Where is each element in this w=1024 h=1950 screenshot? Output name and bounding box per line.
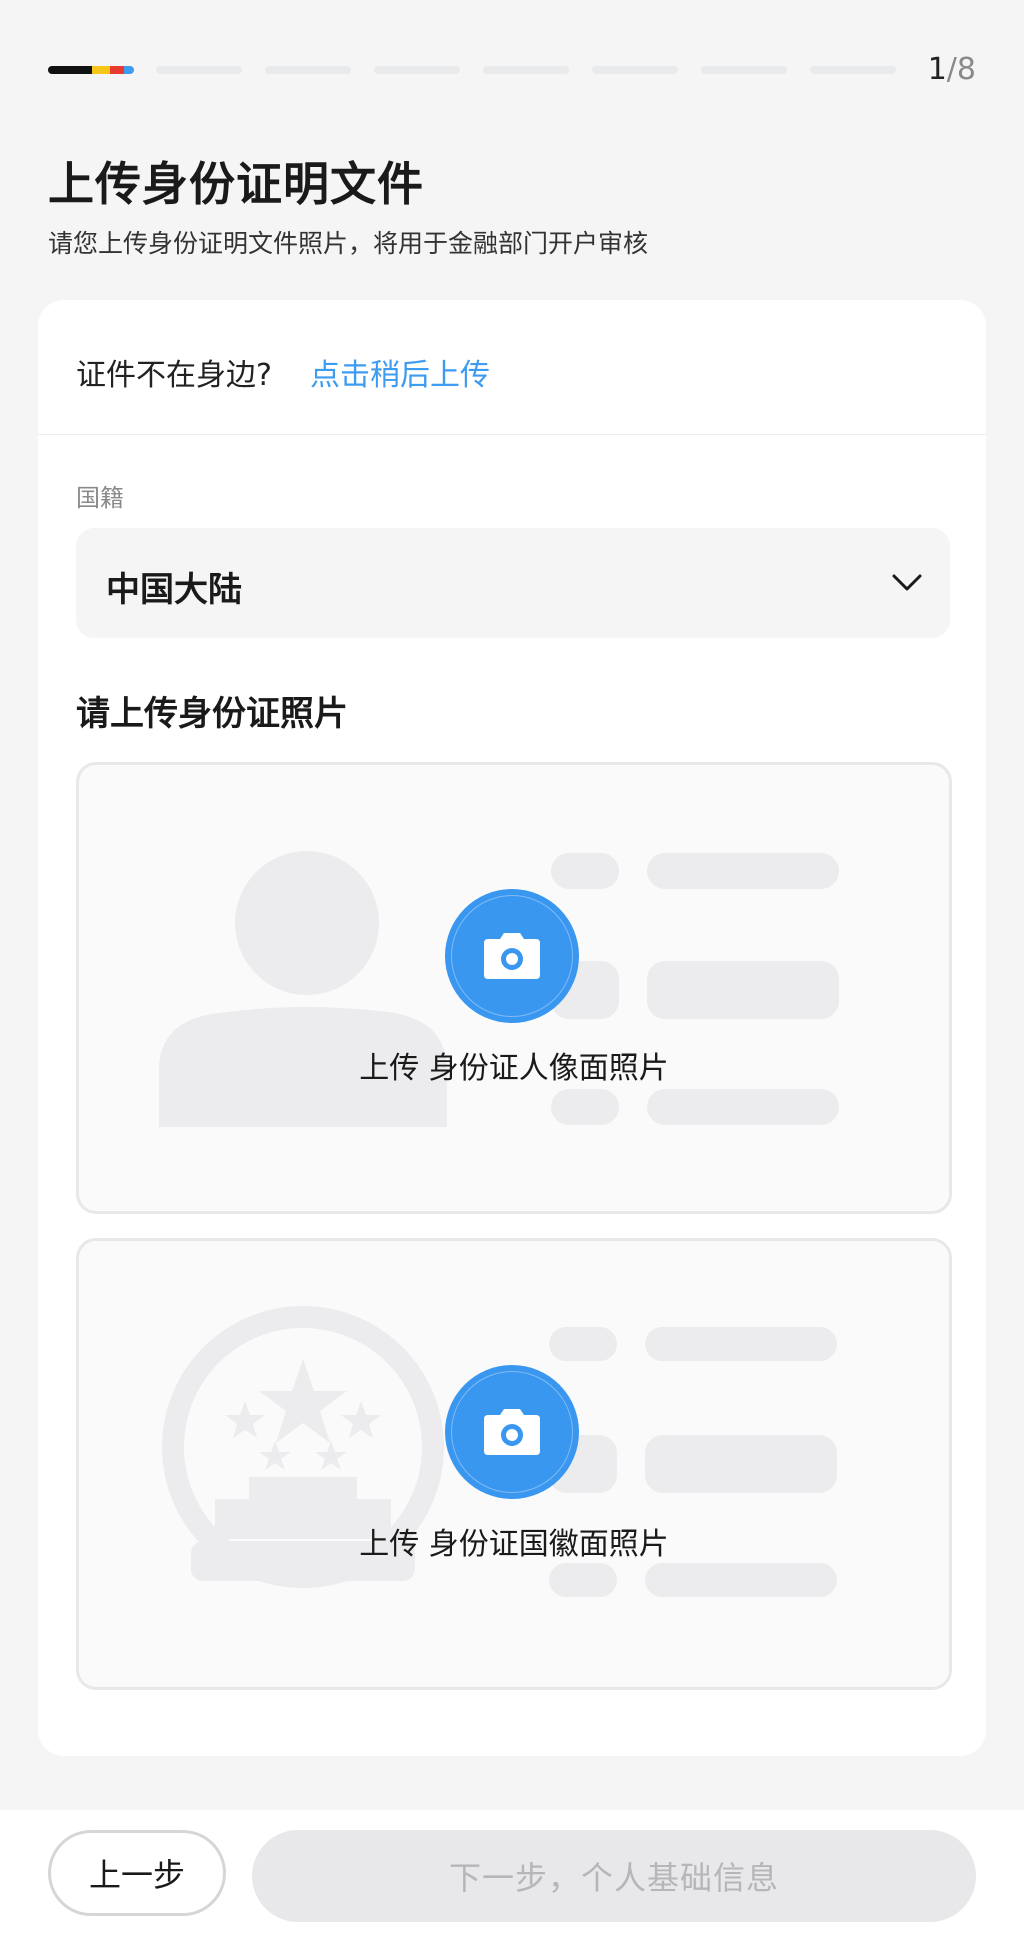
upload-later-link[interactable]: 点击稍后上传 <box>310 350 490 394</box>
upload-card: 证件不在身边? 点击稍后上传 国籍 中国大陆 请上传身份证照片 上传 身份证人像… <box>38 300 986 1756</box>
id-back-upload[interactable]: 上传 身份证国徽面照片 <box>76 1238 952 1690</box>
footer-bar: 上一步 下一步，个人基础信息 <box>0 1810 1024 1950</box>
progress-segment <box>156 66 242 74</box>
camera-icon <box>484 933 540 979</box>
progress-segment-active <box>48 66 134 74</box>
later-question: 证件不在身边? <box>76 358 272 393</box>
progress-segment <box>701 66 787 74</box>
id-front-upload[interactable]: 上传 身份证人像面照片 <box>76 762 952 1214</box>
upload-back-button[interactable] <box>445 1365 579 1499</box>
nationality-select[interactable]: 中国大陆 <box>76 528 950 638</box>
camera-icon <box>484 1409 540 1455</box>
progress-bar <box>48 66 896 74</box>
nationality-label: 国籍 <box>76 484 124 512</box>
progress-segment <box>592 66 678 74</box>
progress-segment <box>374 66 460 74</box>
page-title: 上传身份证明文件 <box>48 157 424 211</box>
next-step-button[interactable]: 下一步，个人基础信息 <box>252 1830 976 1922</box>
upload-front-label: 上传 身份证人像面照片 <box>359 1051 669 1086</box>
progress-segment <box>483 66 569 74</box>
page-subtitle: 请您上传身份证明文件照片，将用于金融部门开户审核 <box>48 229 649 258</box>
prev-step-button[interactable]: 上一步 <box>48 1830 226 1916</box>
upload-back-label: 上传 身份证国徽面照片 <box>359 1527 669 1562</box>
upload-later-row: 证件不在身边? 点击稍后上传 <box>38 300 986 435</box>
upload-front-button[interactable] <box>445 889 579 1023</box>
step-counter: 1/8 <box>927 52 976 87</box>
id-photo-section-title: 请上传身份证照片 <box>76 694 348 734</box>
nationality-value: 中国大陆 <box>106 570 242 610</box>
progress-segment <box>810 66 896 74</box>
progress-segment <box>265 66 351 74</box>
chevron-down-icon <box>892 574 922 591</box>
